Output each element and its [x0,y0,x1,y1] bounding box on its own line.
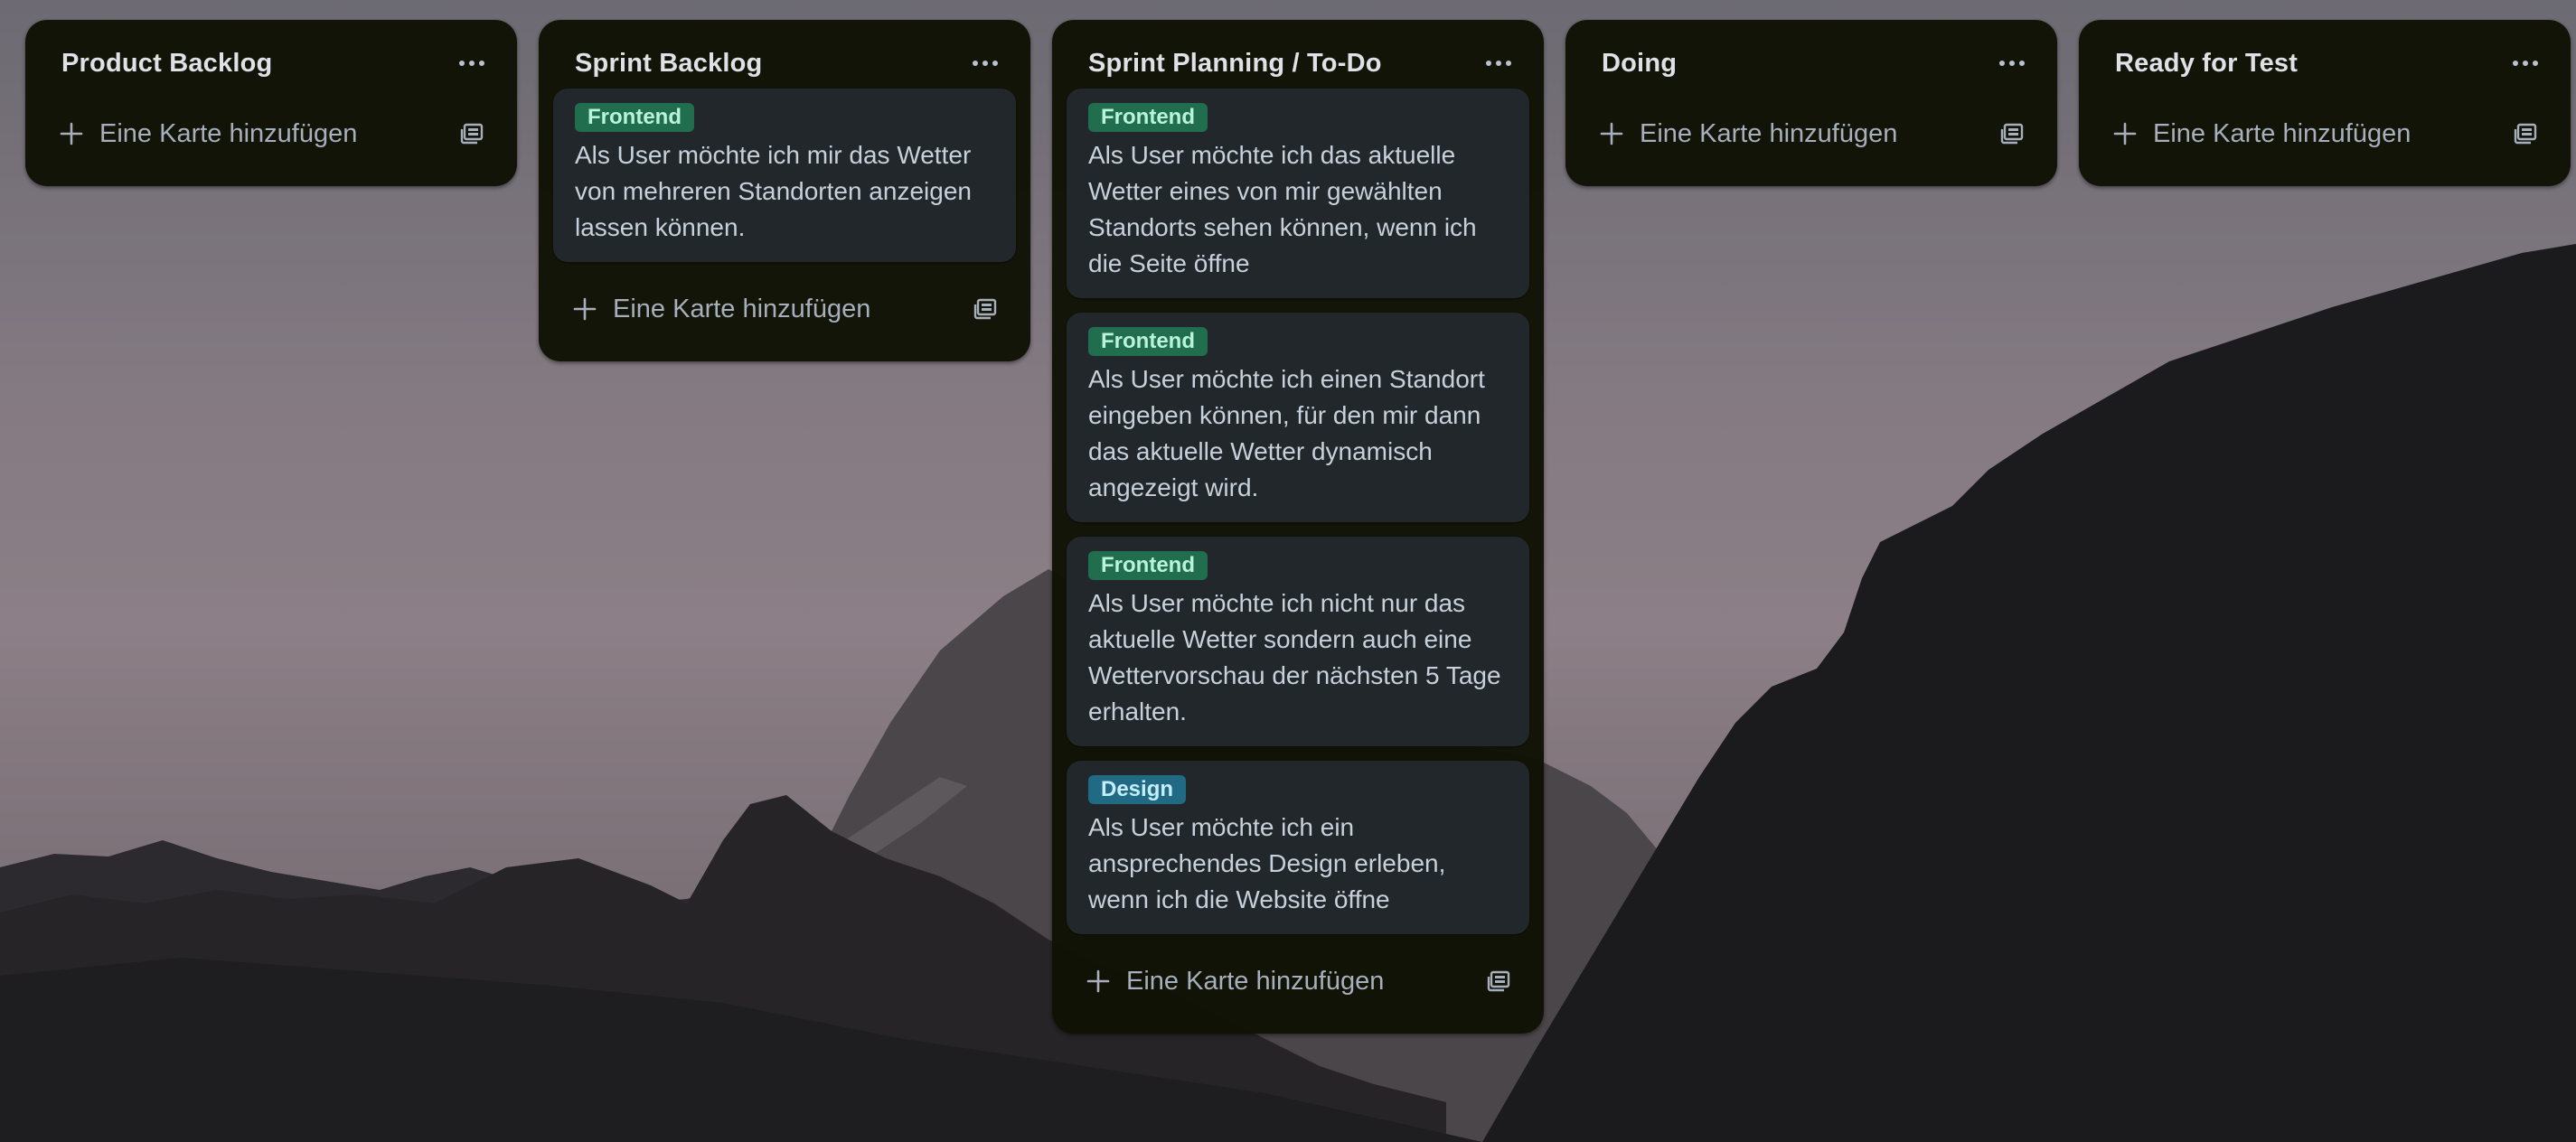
card[interactable]: Frontend Als User möchte ich mir das Wet… [553,89,1016,262]
ellipsis-icon [459,61,484,66]
list-menu-button[interactable] [2502,40,2549,87]
list-title[interactable]: Doing [1602,49,1677,79]
plus-icon [573,297,597,321]
card-template-icon [2514,123,2537,145]
card-template-icon [973,298,997,320]
create-from-template-button[interactable] [450,112,494,155]
board: Product Backlog Eine Karte hinzufügen Sp… [0,0,2576,1142]
create-from-template-button[interactable] [1990,112,2034,155]
create-from-template-button[interactable] [2504,112,2547,155]
create-from-template-button[interactable] [1477,959,1520,1003]
card-title: Als User möchte ich nicht nur das aktuel… [1088,589,1501,725]
list-doing: Doing Eine Karte hinzufügen [1565,20,2057,186]
add-card-row: Eine Karte hinzufügen [2093,94,2556,173]
add-card-label: Eine Karte hinzufügen [99,118,358,148]
list-title[interactable]: Ready for Test [2115,49,2298,79]
ellipsis-icon [1999,61,2025,66]
card[interactable]: Frontend Als User möchte ich nicht nur d… [1067,537,1529,746]
add-card-label: Eine Karte hinzufügen [1640,118,1898,148]
card-template-icon [460,123,484,145]
card-label-frontend[interactable]: Frontend [1088,103,1208,132]
card-title: Als User möchte ich einen Standort einge… [1088,365,1485,501]
add-card-label: Eine Karte hinzufügen [613,294,871,323]
card-label-design[interactable]: Design [1088,775,1187,804]
add-card-row: Eine Karte hinzufügen [40,94,503,173]
list-product-backlog: Product Backlog Eine Karte hinzufügen [25,20,517,186]
card[interactable]: Frontend Als User möchte ich einen Stand… [1067,313,1529,522]
add-card-row: Eine Karte hinzufügen [1580,94,2043,173]
plus-icon [2113,122,2137,145]
add-card-button[interactable]: Eine Karte hinzufügen [1600,119,1897,149]
list-sprint-planning-todo: Sprint Planning / To-Do Frontend Als Use… [1052,20,1544,1034]
card-template-icon [2000,123,2024,145]
card-label-frontend[interactable]: Frontend [575,103,694,132]
list-title[interactable]: Product Backlog [61,49,272,79]
card-label-frontend[interactable]: Frontend [1088,327,1208,356]
list-ready-for-test: Ready for Test Eine Karte hinzufügen [2079,20,2571,186]
card-label-frontend[interactable]: Frontend [1088,551,1208,580]
add-card-row: Eine Karte hinzufügen [553,269,1016,349]
ellipsis-icon [1486,61,1511,66]
add-card-row: Eine Karte hinzufügen [1067,941,1529,1021]
add-card-button[interactable]: Eine Karte hinzufügen [1086,967,1384,997]
plus-icon [60,122,83,145]
add-card-label: Eine Karte hinzufügen [2153,118,2411,148]
add-card-label: Eine Karte hinzufügen [1126,966,1385,996]
list-sprint-backlog: Sprint Backlog Frontend Als User möchte … [539,20,1030,361]
list-menu-button[interactable] [1475,40,1522,87]
card-list: Frontend Als User möchte ich mir das Wet… [553,89,1016,262]
list-menu-button[interactable] [448,40,495,87]
card-title: Als User möchte ich mir das Wetter von m… [575,141,972,241]
list-title[interactable]: Sprint Backlog [575,49,762,79]
add-card-button[interactable]: Eine Karte hinzufügen [573,295,870,324]
card-template-icon [1487,970,1510,992]
card-title: Als User möchte ich das aktuelle Wetter … [1088,141,1477,277]
card[interactable]: Design Als User möchte ich ein anspreche… [1067,761,1529,934]
card-title: Als User möchte ich ein ansprechendes De… [1088,813,1446,913]
plus-icon [1086,969,1110,993]
card[interactable]: Frontend Als User möchte ich das aktuell… [1067,89,1529,298]
list-menu-button[interactable] [962,40,1009,87]
ellipsis-icon [2513,61,2538,66]
list-menu-button[interactable] [1988,40,2035,87]
card-list: Frontend Als User möchte ich das aktuell… [1067,89,1529,934]
add-card-button[interactable]: Eine Karte hinzufügen [2113,119,2411,149]
add-card-button[interactable]: Eine Karte hinzufügen [60,119,357,149]
create-from-template-button[interactable] [964,287,1007,331]
ellipsis-icon [973,61,998,66]
list-title[interactable]: Sprint Planning / To-Do [1088,49,1382,79]
plus-icon [1600,122,1623,145]
